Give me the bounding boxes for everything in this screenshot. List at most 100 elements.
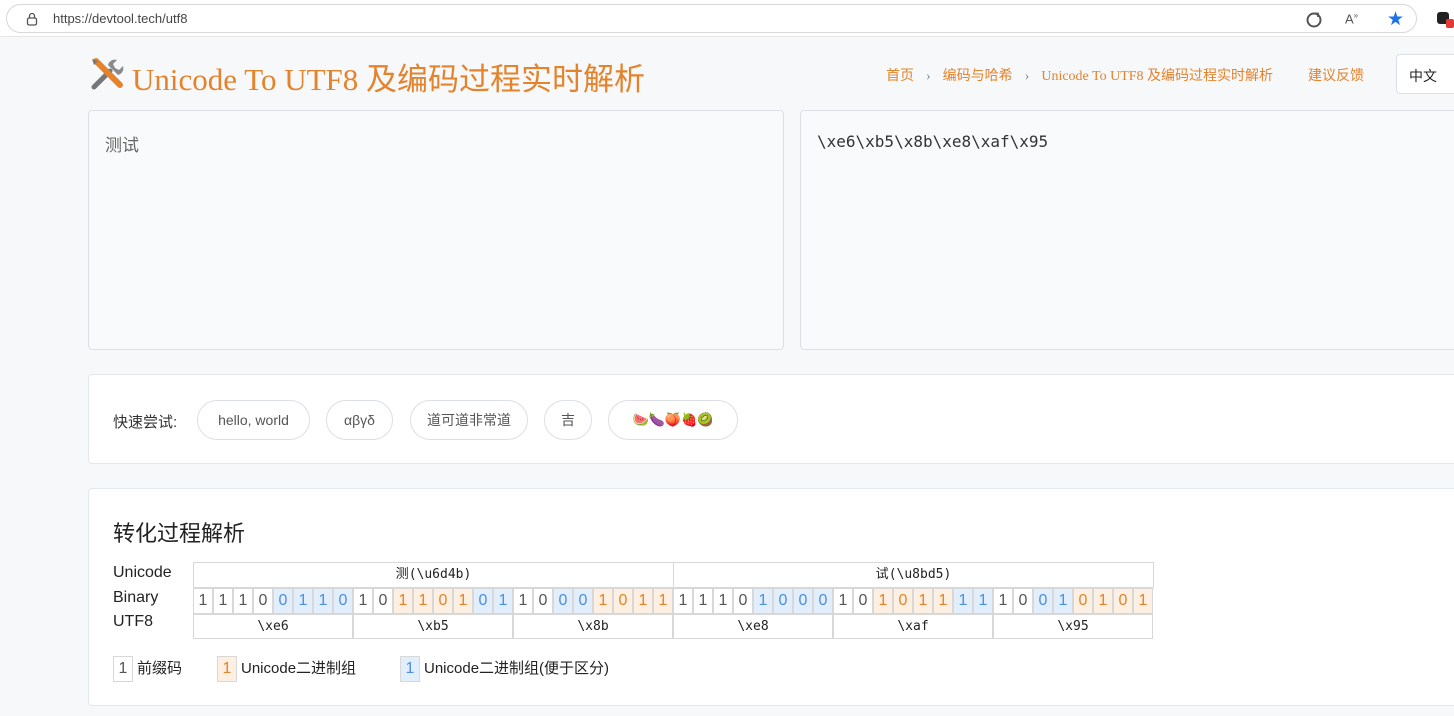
utf8-byte-cell: \xb5 — [353, 614, 513, 639]
binary-bit-cell: 1 — [933, 588, 953, 614]
binary-bit-cell: 1 — [353, 588, 373, 614]
unicode-char-cell: 试(\u8bd5) — [673, 562, 1154, 588]
address-bar[interactable]: https://devtool.tech/utf8 A» ★ — [6, 4, 1417, 33]
binary-bit-cell: 0 — [573, 588, 593, 614]
url-text[interactable]: https://devtool.tech/utf8 — [53, 11, 187, 26]
binary-bit-cell: 0 — [1033, 588, 1053, 614]
row-label-binary: Binary — [113, 589, 159, 606]
binary-bit-cell: 1 — [393, 588, 413, 614]
legend-prefix: 1 前缀码 — [113, 656, 182, 682]
browser-toolbar: https://devtool.tech/utf8 A» ★ — [0, 0, 1454, 37]
chevron-right-icon: › — [1024, 69, 1030, 84]
legend-swatch: 1 — [217, 656, 237, 682]
char-code: (\u6d4b) — [408, 567, 472, 582]
legend-swatch: 1 — [400, 656, 420, 682]
utf8-byte-cell: \x8b — [513, 614, 673, 639]
breadcrumb-current[interactable]: Unicode To UTF8 及编码过程实时解析 — [1041, 69, 1273, 84]
feedback-link[interactable]: 建议反馈 — [1308, 65, 1364, 85]
binary-bit-cell: 1 — [193, 588, 213, 614]
read-aloud-icon[interactable]: A» — [1345, 11, 1363, 29]
quick-try-label: 快速尝试: — [113, 414, 178, 431]
binary-bit-cell: 1 — [633, 588, 653, 614]
utf8-output-value: \xe6\xb5\x8b\xe8\xaf\x95 — [817, 132, 1049, 151]
legend-unicode-group-alt: 1 Unicode二进制组(便于区分) — [400, 656, 609, 682]
breadcrumb-home[interactable]: 首页 — [886, 69, 914, 84]
binary-bit-cell: 1 — [953, 588, 973, 614]
binary-bit-cell: 1 — [513, 588, 533, 614]
quick-try-panel: 快速尝试: hello, world αβγδ 道可道非常道 吉 🍉🍆🍑🍓🥝 — [88, 374, 1454, 464]
binary-bit-cell: 1 — [1093, 588, 1113, 614]
unicode-row: 测(\u6d4b) 试(\u8bd5) — [193, 562, 1154, 588]
page-title: Unicode To UTF8 及编码过程实时解析 — [132, 62, 646, 97]
breadcrumb-category[interactable]: 编码与哈希 — [943, 69, 1013, 84]
browser-refresh-icon[interactable] — [1305, 11, 1323, 29]
chevron-right-icon: › — [926, 69, 931, 84]
binary-bit-cell: 0 — [1013, 588, 1033, 614]
analysis-panel: 转化过程解析 Unicode Binary UTF8 测(\u6d4b) 试(\… — [88, 488, 1454, 706]
binary-row: 1110011010110101100010111110100010101111… — [193, 588, 1154, 614]
binary-bit-cell: 0 — [373, 588, 393, 614]
utf8-output-textarea[interactable]: \xe6\xb5\x8b\xe8\xaf\x95 — [800, 110, 1454, 350]
char-code: (\u8bd5) — [888, 567, 952, 582]
binary-bit-cell: 1 — [673, 588, 693, 614]
quick-try-chip-greek[interactable]: αβγδ — [326, 400, 393, 440]
binary-bit-cell: 1 — [493, 588, 513, 614]
analysis-title: 转化过程解析 — [113, 521, 246, 546]
extension-icon[interactable] — [1436, 10, 1454, 28]
favorite-star-icon[interactable]: ★ — [1387, 8, 1404, 31]
unicode-input-value: 测试 — [105, 136, 139, 155]
language-select-value: 中文 — [1409, 68, 1437, 84]
lock-icon — [26, 12, 38, 26]
unicode-input-textarea[interactable]: 测试 — [88, 110, 784, 350]
binary-bit-cell: 1 — [833, 588, 853, 614]
legend-unicode-group: 1 Unicode二进制组 — [217, 656, 356, 682]
tools-logo-icon[interactable] — [88, 55, 126, 93]
binary-bit-cell: 0 — [1073, 588, 1093, 614]
binary-bit-cell: 0 — [253, 588, 273, 614]
binary-bit-cell: 0 — [793, 588, 813, 614]
quick-try-chip-ji[interactable]: 吉 — [544, 400, 592, 440]
binary-bit-cell: 1 — [453, 588, 473, 614]
binary-bit-cell: 0 — [1113, 588, 1133, 614]
utf8-byte-cell: \xe8 — [673, 614, 833, 639]
binary-bit-cell: 0 — [473, 588, 493, 614]
binary-bit-cell: 1 — [653, 588, 673, 614]
binary-bit-cell: 0 — [773, 588, 793, 614]
binary-bit-cell: 1 — [413, 588, 433, 614]
binary-bit-cell: 1 — [693, 588, 713, 614]
unicode-char-cell: 测(\u6d4b) — [193, 562, 674, 588]
quick-try-chip-dao[interactable]: 道可道非常道 — [410, 400, 528, 440]
binary-bit-cell: 0 — [533, 588, 553, 614]
binary-bit-cell: 0 — [733, 588, 753, 614]
binary-bit-cell: 0 — [853, 588, 873, 614]
binary-bit-cell: 1 — [293, 588, 313, 614]
legend-swatch: 1 — [113, 656, 133, 682]
binary-bit-cell: 0 — [433, 588, 453, 614]
binary-bit-cell: 0 — [813, 588, 833, 614]
binary-bit-cell: 0 — [613, 588, 633, 614]
breadcrumb: 首页 › 编码与哈希 › Unicode To UTF8 及编码过程实时解析 — [886, 65, 1273, 85]
utf8-byte-cell: \xe6 — [193, 614, 353, 639]
binary-bit-cell: 1 — [913, 588, 933, 614]
language-select[interactable]: 中文 — [1396, 54, 1454, 94]
legend-label: 前缀码 — [137, 659, 183, 677]
binary-bit-cell: 1 — [753, 588, 773, 614]
binary-bit-cell: 1 — [873, 588, 893, 614]
binary-bit-cell: 0 — [553, 588, 573, 614]
binary-bit-cell: 1 — [593, 588, 613, 614]
quick-try-chip-fruits[interactable]: 🍉🍆🍑🍓🥝 — [608, 400, 738, 440]
quick-try-chip-hello[interactable]: hello, world — [197, 400, 310, 440]
binary-bit-cell: 0 — [273, 588, 293, 614]
binary-bit-cell: 1 — [993, 588, 1013, 614]
utf8-row: \xe6 \xb5 \x8b \xe8 \xaf \x95 — [193, 614, 1154, 639]
binary-bit-cell: 1 — [973, 588, 993, 614]
binary-bit-cell: 1 — [233, 588, 253, 614]
legend-label: Unicode二进制组(便于区分) — [424, 659, 610, 677]
utf8-byte-cell: \x95 — [993, 614, 1153, 639]
binary-bit-cell: 1 — [213, 588, 233, 614]
legend-label: Unicode二进制组 — [241, 659, 357, 677]
char-glyph: 测 — [395, 567, 409, 582]
binary-bit-cell: 1 — [1133, 588, 1153, 614]
binary-bit-cell: 0 — [893, 588, 913, 614]
row-label-utf8: UTF8 — [113, 613, 153, 630]
